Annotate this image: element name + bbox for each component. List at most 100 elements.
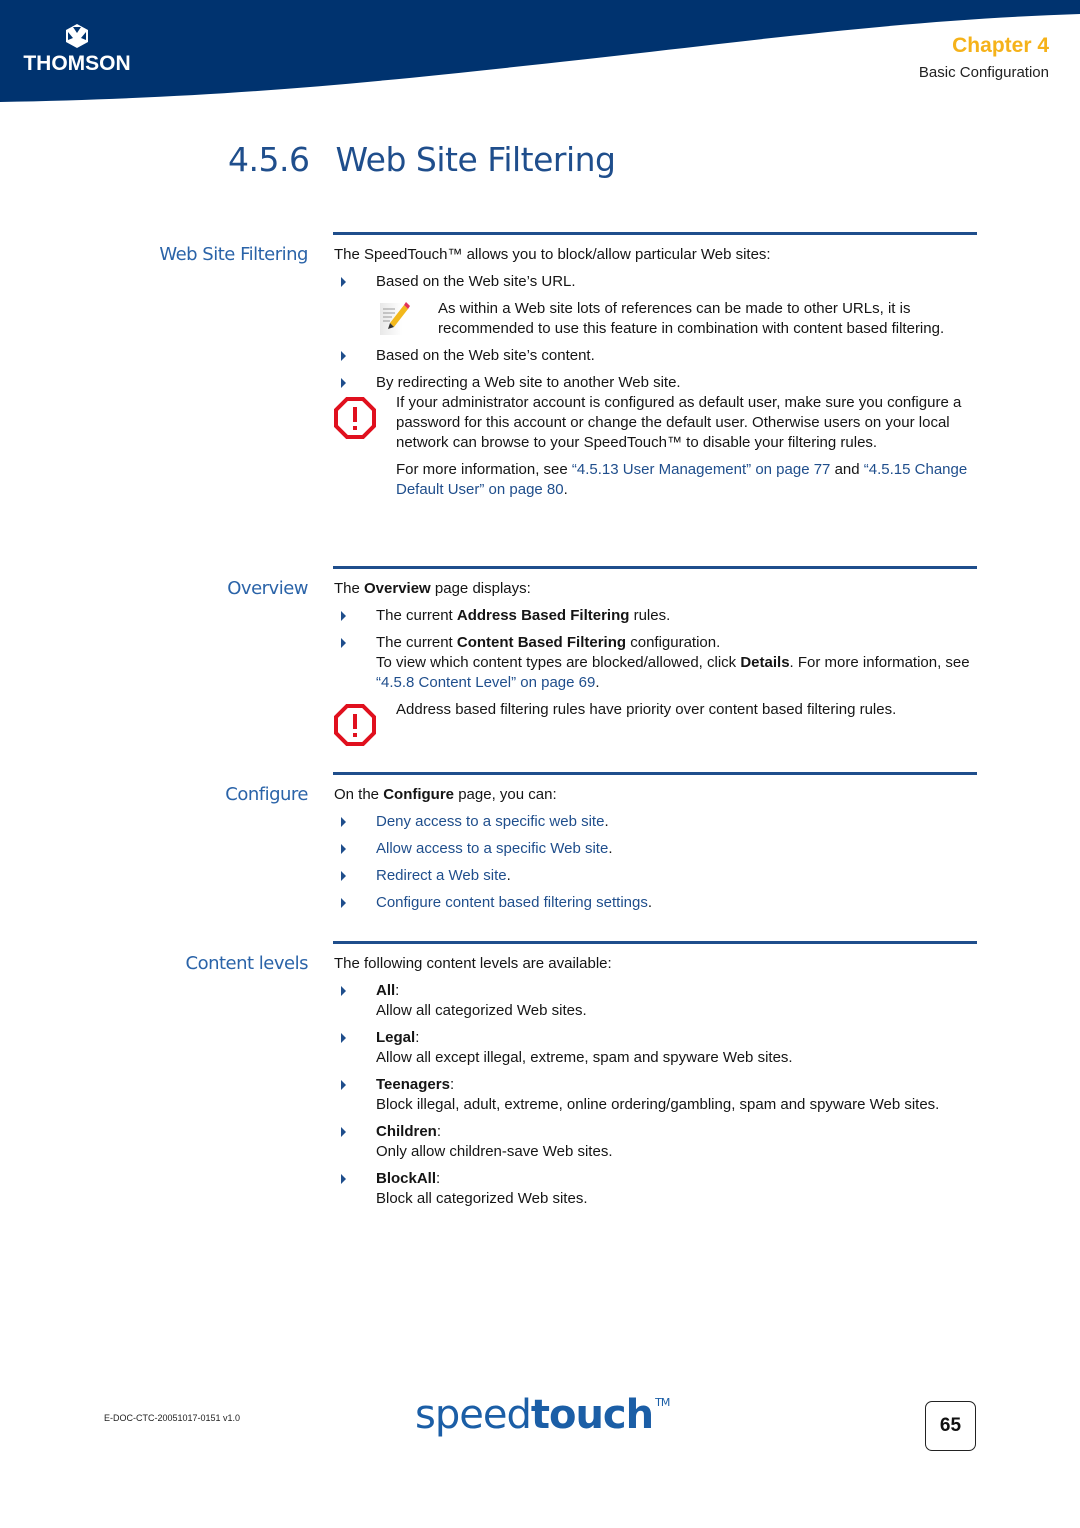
bullet-arrow-icon <box>341 844 346 854</box>
link-redirect[interactable]: Redirect a Web site <box>376 867 507 884</box>
note-box: As within a Web site lots of references … <box>334 299 978 339</box>
list-item: Configure content based filtering settin… <box>334 893 978 913</box>
level-name: Legal <box>376 1029 416 1046</box>
bullet-arrow-icon <box>341 638 346 648</box>
list-item: Teenagers: Block illegal, adult, extreme,… <box>334 1075 978 1115</box>
bullet-arrow-icon <box>341 817 346 827</box>
side-label-overview: Overview <box>227 578 308 599</box>
warning-stop-icon <box>334 397 376 445</box>
chapter-title: Chapter 4 <box>952 34 1049 57</box>
level-name: Children <box>376 1123 437 1140</box>
configure-intro: On the Configure page, you can: <box>334 785 978 805</box>
link-content-level[interactable]: “4.5.8 Content Level” on page 69 <box>376 674 595 691</box>
bullet-arrow-icon <box>341 1033 346 1043</box>
list-item: Based on the Web site’s content. <box>334 346 978 366</box>
list-item: Allow access to a specific Web site. <box>334 839 978 859</box>
content-levels-body: The following content levels are availab… <box>334 954 978 1216</box>
document-id: E-DOC-CTC-20051017-0151 v1.0 <box>104 1413 241 1423</box>
bullet-arrow-icon <box>341 1127 346 1137</box>
thomson-logo: THOMSON <box>22 24 132 76</box>
text: The current <box>376 634 457 651</box>
more-info-prefix: For more information, see <box>396 461 572 478</box>
note-pencil-icon <box>378 299 410 343</box>
overview-body: The Overview page displays: The current … <box>334 579 978 746</box>
list-item: Deny access to a specific web site. <box>334 812 978 832</box>
warning-stop-icon <box>334 704 376 752</box>
warning-text: If your administrator account is configu… <box>396 394 962 451</box>
text: To view which content types are blocked/… <box>376 654 741 671</box>
page-number: 65 <box>925 1401 976 1451</box>
more-info-suffix: . <box>563 481 568 498</box>
text: rules. <box>629 607 671 624</box>
bullet-arrow-icon <box>341 611 346 621</box>
side-label-web-site-filtering: Web Site Filtering <box>159 244 308 265</box>
list-item: All: Allow all categorized Web sites. <box>334 981 978 1021</box>
bullet-arrow-icon <box>341 378 346 388</box>
bullet-arrow-icon <box>341 1174 346 1184</box>
chapter-subtitle: Basic Configuration <box>918 64 1049 81</box>
brand-light: speed <box>415 1392 532 1438</box>
section-divider <box>333 232 977 235</box>
brand-bold: touch <box>530 1392 654 1438</box>
list-item: Based on the Web site’s URL. <box>334 272 978 292</box>
text: page displays: <box>430 580 531 597</box>
text: configuration. <box>626 634 721 651</box>
level-desc: Allow all categorized Web sites. <box>376 1002 587 1019</box>
level-desc: Block all categorized Web sites. <box>376 1190 588 1207</box>
side-label-content-levels: Content levels <box>185 953 309 974</box>
level-name: BlockAll <box>376 1170 437 1187</box>
filtering-intro: The SpeedTouch™ allows you to block/allo… <box>334 246 771 263</box>
level-desc: Allow all except illegal, extreme, spam … <box>376 1049 793 1066</box>
link-user-management[interactable]: “4.5.13 User Management” on page 77 <box>572 461 831 478</box>
text: On the <box>334 786 384 803</box>
more-info: For more information, see “4.5.13 User M… <box>396 460 978 500</box>
bullet-arrow-icon <box>341 871 346 881</box>
text: The <box>334 580 365 597</box>
brand-name: THOMSON <box>23 52 131 75</box>
level-name: All <box>376 982 396 999</box>
link-deny-access[interactable]: Deny access to a specific web site <box>376 813 604 830</box>
link-allow-access[interactable]: Allow access to a specific Web site <box>376 840 608 857</box>
warning-box: If your administrator account is configu… <box>334 393 978 500</box>
list-item: Legal: Allow all except illegal, extreme,… <box>334 1028 978 1068</box>
warning-text: Address based filtering rules have prior… <box>396 701 897 718</box>
speedtouch-logo: speedtouch TM <box>415 1392 670 1438</box>
bullet-arrow-icon <box>341 1080 346 1090</box>
section-number: 4.5.6 <box>228 140 310 179</box>
list-item-text: Based on the Web site’s URL. <box>376 273 576 290</box>
list-item-text: By redirecting a Web site to another Web… <box>376 374 681 391</box>
bullet-arrow-icon <box>341 351 346 361</box>
term-address-based-filtering: Address Based Filtering <box>456 607 630 624</box>
term-content-based-filtering: Content Based Filtering <box>456 634 627 651</box>
list-item: BlockAll: Block all categorized Web sites… <box>334 1169 978 1209</box>
text: . For more information, see <box>789 654 970 671</box>
level-desc: Only allow children-save Web sites. <box>376 1143 613 1160</box>
warning-box: Address based filtering rules have prior… <box>334 700 978 746</box>
section-title: Web Site Filtering <box>335 140 616 179</box>
bullet-arrow-icon <box>341 898 346 908</box>
list-item-text: Based on the Web site’s content. <box>376 347 595 364</box>
list-item: The current Address Based Filtering rule… <box>334 606 978 626</box>
note-text: As within a Web site lots of references … <box>438 300 945 337</box>
chapter-heading: Chapter 4 Basic Configuration <box>919 34 1049 81</box>
link-content-filtering-settings[interactable]: Configure content based filtering settin… <box>376 894 648 911</box>
side-label-configure: Configure <box>225 784 308 805</box>
filtering-body: The SpeedTouch™ allows you to block/allo… <box>334 245 978 507</box>
content-levels-intro: The following content levels are availab… <box>334 955 612 972</box>
term-details: Details <box>740 654 790 671</box>
text: The current <box>376 607 457 624</box>
bullet-arrow-icon <box>341 986 346 996</box>
thomson-logo-icon <box>66 24 88 48</box>
section-divider <box>333 941 977 944</box>
level-desc: Block illegal, adult, extreme, online or… <box>376 1096 940 1113</box>
section-divider <box>333 772 977 775</box>
list-item: Children: Only allow children-save Web si… <box>334 1122 978 1162</box>
list-item: The current Content Based Filtering conf… <box>334 633 978 693</box>
trademark: TM <box>655 1396 670 1409</box>
page-title: 4.5.6 Web Site Filtering <box>228 140 616 179</box>
text: . <box>595 674 600 691</box>
level-name: Teenagers <box>376 1076 450 1093</box>
section-divider <box>333 566 977 569</box>
configure-page-name: Configure <box>383 786 455 803</box>
list-item: Redirect a Web site. <box>334 866 978 886</box>
